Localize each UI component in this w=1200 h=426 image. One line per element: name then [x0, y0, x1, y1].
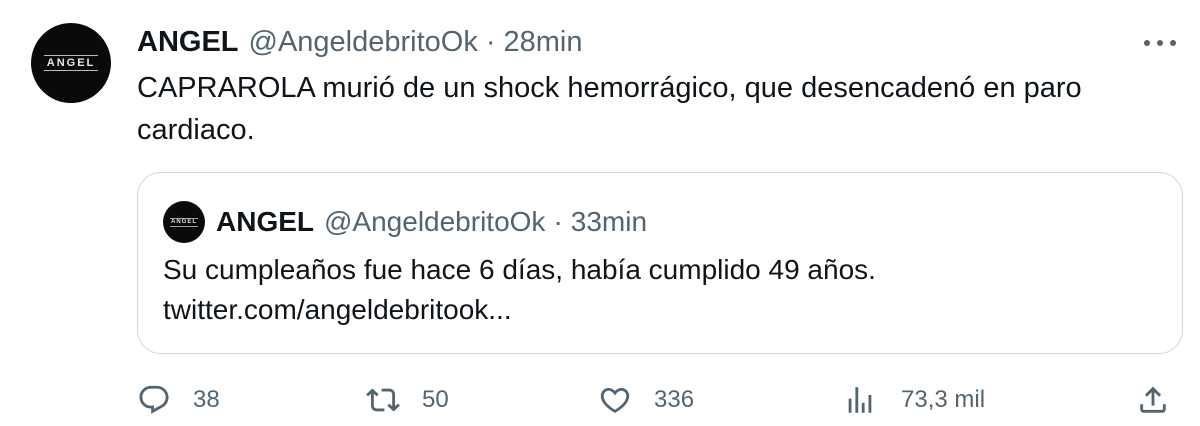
avatar[interactable]: ANGEL [31, 23, 111, 103]
like-button[interactable]: 336 [598, 370, 694, 426]
quote-timestamp: 33min [570, 206, 648, 237]
reply-icon [139, 385, 169, 414]
timestamp[interactable]: 28min [504, 26, 583, 59]
tweet-text: CAPRAROLA murió de un shock hemorrágico,… [137, 72, 1082, 146]
retweet-icon [366, 388, 400, 412]
separator-dot: · [485, 25, 496, 58]
views-button[interactable]: 73,3 mil [843, 370, 985, 426]
quote-text-line: Su cumpleaños fue hace 6 días, había cum… [163, 254, 876, 285]
quote-text: Su cumpleaños fue hace 6 días, había cum… [163, 250, 1163, 330]
quote-header: ANGEL @AngeldebritoOk · 33min [216, 201, 647, 243]
quote-avatar-logo: ANGEL [170, 217, 198, 227]
avatar-logo: ANGEL [43, 55, 99, 71]
quoted-tweet[interactable]: ANGEL ANGEL @AngeldebritoOk · 33min Su c… [137, 172, 1183, 354]
author-handle[interactable]: @AngeldebritoOk [249, 26, 478, 59]
quote-author-handle: @AngeldebritoOk [324, 206, 546, 237]
reply-button[interactable]: 38 [137, 370, 220, 426]
analytics-icon [848, 387, 872, 413]
tweet-header: ANGEL @AngeldebritoOk · 28min [137, 22, 583, 62]
tweet[interactable]: ANGEL ANGEL @AngeldebritoOk · 28min CAPR… [0, 0, 1200, 426]
more-horizontal-icon [1170, 40, 1176, 46]
reply-count: 38 [193, 386, 220, 413]
more-horizontal-icon [1157, 40, 1163, 46]
more-horizontal-icon [1144, 40, 1150, 46]
more-options-button[interactable] [1140, 28, 1180, 58]
author-name[interactable]: ANGEL [137, 26, 239, 59]
quote-avatar[interactable]: ANGEL [163, 201, 205, 243]
quote-author-name: ANGEL [216, 206, 314, 237]
action-bar: 38 50 336 73,3 mil [0, 370, 1200, 426]
like-count: 336 [654, 386, 695, 413]
quote-separator-dot: · [553, 206, 563, 237]
heart-icon [600, 387, 630, 413]
retweet-button[interactable]: 50 [366, 370, 449, 426]
quote-link[interactable]: twitter.com/angeldebritook... [163, 290, 1163, 330]
views-count: 73,3 mil [901, 386, 986, 413]
share-icon [1140, 386, 1166, 413]
share-button[interactable] [1136, 370, 1170, 426]
retweet-count: 50 [422, 386, 449, 413]
